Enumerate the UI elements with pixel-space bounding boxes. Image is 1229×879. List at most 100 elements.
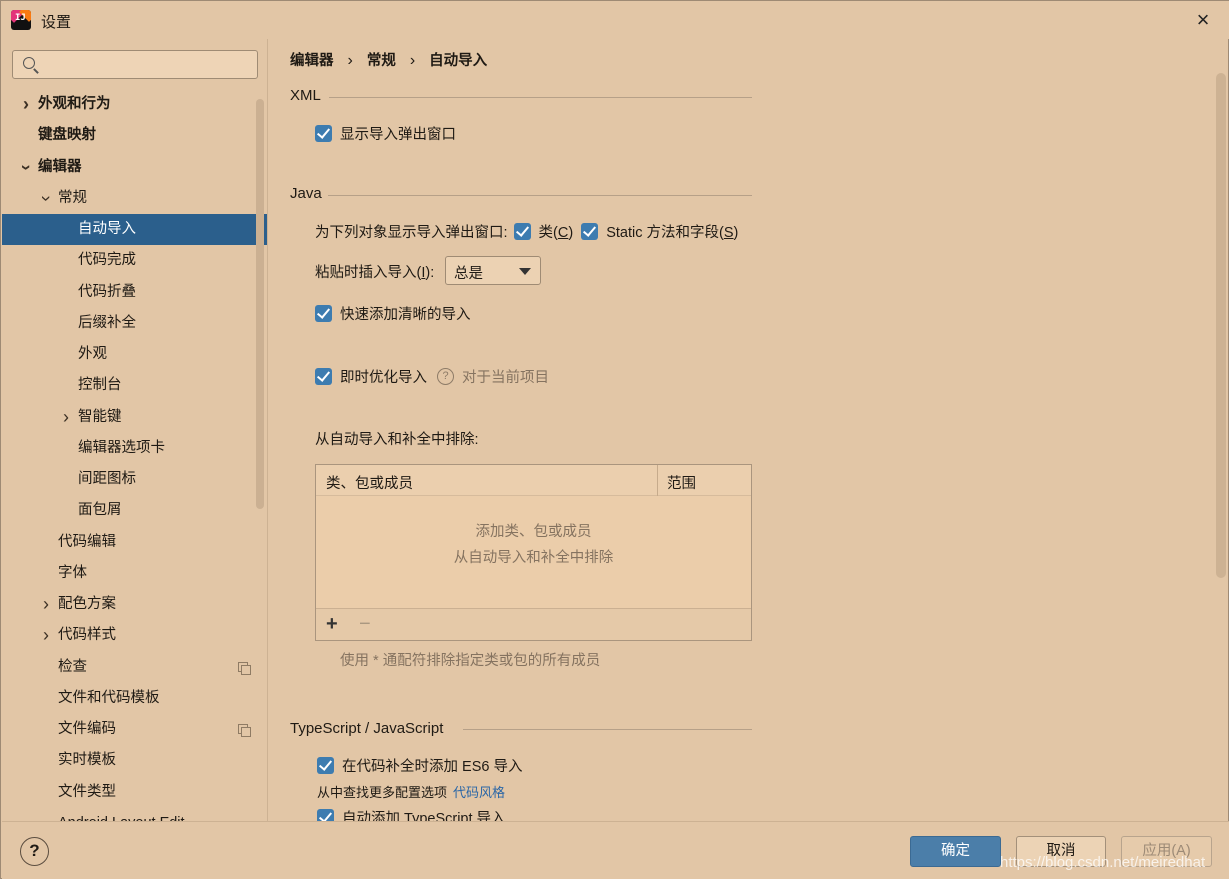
sidebar-item-label: 外观和行为	[38, 96, 111, 112]
table-empty-text: 从自动导入和补全中排除	[453, 550, 614, 566]
sidebar-item-smart-keys[interactable]: 智能键	[2, 402, 267, 433]
column-header-class[interactable]: 类、包或成员	[326, 472, 413, 493]
code-style-link[interactable]: 代码风格	[453, 782, 505, 801]
sidebar-item-inspections[interactable]: 检查	[2, 652, 267, 683]
java-wildcard-hint: 使用 * 通配符排除指定类或包的所有成员	[340, 648, 600, 670]
search-field[interactable]	[12, 50, 258, 79]
sidebar-scrollbar[interactable]	[256, 99, 264, 509]
sidebar-item-appearance-behavior[interactable]: 外观和行为	[2, 89, 267, 120]
column-divider[interactable]	[657, 465, 658, 496]
sidebar-item-auto-import[interactable]: 自动导入	[2, 214, 267, 245]
sidebar-item-editor-tabs[interactable]: 编辑器选项卡	[2, 433, 267, 464]
sidebar-item-label: 常规	[58, 190, 87, 206]
java-optimize-note: 对于当前项目	[462, 369, 549, 386]
sidebar-item-live-templates[interactable]: 实时模板	[2, 745, 267, 776]
project-scope-icon	[238, 724, 251, 737]
sidebar-item-label: 代码样式	[58, 627, 116, 643]
sidebar-item-breadcrumbs[interactable]: 面包屑	[2, 495, 267, 526]
chevron-right-icon[interactable]	[60, 402, 72, 433]
chevron-down-icon[interactable]	[20, 152, 32, 183]
sidebar-item-label: 代码完成	[78, 252, 136, 268]
breadcrumb: 编辑器 › 常规 › 自动导入	[290, 49, 487, 70]
dialog-footer: ? 确定 取消 应用(A) https://blog.csdn.net/meir…	[2, 821, 1229, 879]
sidebar-item-file-encodings[interactable]: 文件编码	[2, 714, 267, 745]
java-static-checkbox[interactable]	[581, 222, 599, 240]
sidebar-item-font[interactable]: 字体	[2, 558, 267, 589]
section-title-java: Java	[290, 185, 322, 202]
settings-sidebar: 外观和行为 键盘映射 编辑器 常规 自动导入 代码完成 代码折叠	[2, 39, 268, 821]
sidebar-item-postfix-completion[interactable]: 后缀补全	[2, 308, 267, 339]
exclude-table-header: 类、包或成员 范围	[316, 465, 751, 496]
sidebar-item-label: 间距图标	[78, 471, 136, 487]
ts-add-es6-checkbox[interactable]	[317, 756, 334, 774]
breadcrumb-auto-import: 自动导入	[429, 53, 488, 69]
content-scrollbar[interactable]	[1216, 73, 1226, 578]
sidebar-item-code-editing[interactable]: 代码编辑	[2, 527, 267, 558]
sidebar-item-label: 键盘映射	[38, 127, 96, 143]
java-paste-row: 粘贴时插入导入(I):	[315, 260, 434, 282]
java-add-unambiguous-option[interactable]: 快速添加清晰的导入	[315, 302, 471, 324]
chevron-right-icon: ›	[409, 52, 416, 69]
ts-auto-add-checkbox[interactable]	[317, 808, 334, 821]
java-classes-checkbox[interactable]	[513, 222, 531, 240]
ts-auto-add-option[interactable]: 自动添加 TypeScript 导入	[317, 806, 506, 821]
sidebar-item-color-scheme[interactable]: 配色方案	[2, 589, 267, 620]
window-title: 设置	[41, 14, 72, 31]
java-optimize-checkbox[interactable]	[315, 367, 332, 385]
sidebar-item-code-style[interactable]: 代码样式	[2, 620, 267, 651]
sidebar-item-code-completion[interactable]: 代码完成	[2, 245, 267, 276]
paste-insert-imports-select[interactable]: 总是	[445, 256, 541, 285]
java-exclude-title: 从自动导入和补全中排除:	[315, 427, 479, 449]
help-button[interactable]: ?	[20, 837, 49, 866]
add-icon[interactable]: +	[326, 613, 338, 636]
xml-show-popup-option[interactable]: 显示导入弹出窗口	[315, 122, 456, 144]
breadcrumb-editor[interactable]: 编辑器	[290, 49, 334, 70]
sidebar-item-general[interactable]: 常规	[2, 183, 267, 214]
breadcrumb-general[interactable]: 常规	[367, 49, 396, 70]
paste-insert-imports-value: 总是	[454, 266, 483, 282]
search-input[interactable]	[45, 55, 250, 75]
java-add-unambiguous-checkbox[interactable]	[315, 304, 332, 322]
ok-button[interactable]: 确定	[910, 836, 1001, 867]
sidebar-item-label: 文件和代码模板	[58, 690, 160, 706]
cancel-button[interactable]: 取消	[1016, 836, 1106, 867]
remove-icon[interactable]: −	[359, 613, 371, 636]
section-divider	[463, 729, 752, 730]
chevron-down-icon[interactable]	[40, 183, 52, 214]
sidebar-item-label: 文件类型	[58, 784, 116, 800]
java-exclude-label: 从自动导入和补全中排除:	[315, 431, 479, 448]
sidebar-item-file-code-templates[interactable]: 文件和代码模板	[2, 683, 267, 714]
chevron-right-icon[interactable]	[40, 589, 52, 620]
column-header-scope[interactable]: 范围	[667, 472, 696, 493]
sidebar-item-editor[interactable]: 编辑器	[2, 152, 267, 183]
xml-show-popup-checkbox[interactable]	[315, 124, 332, 142]
chevron-right-icon[interactable]	[20, 89, 32, 120]
sidebar-item-label: 检查	[58, 659, 87, 675]
xml-show-popup-label: 显示导入弹出窗口	[340, 126, 456, 143]
sidebar-item-label: 配色方案	[58, 596, 116, 612]
sidebar-item-label: 实时模板	[58, 752, 116, 768]
java-classes-label: 类(C)	[538, 224, 574, 241]
close-icon[interactable]: ×	[1190, 7, 1216, 33]
section-title-typescript: TypeScript / JavaScript	[290, 720, 444, 737]
sidebar-item-label: 字体	[58, 565, 87, 581]
search-icon	[23, 57, 35, 69]
sidebar-item-console[interactable]: 控制台	[2, 370, 267, 401]
sidebar-item-label: 自动导入	[78, 221, 136, 237]
sidebar-item-file-types[interactable]: 文件类型	[2, 777, 267, 808]
help-icon[interactable]: ?	[437, 367, 454, 385]
sidebar-item-label: 代码编辑	[58, 534, 116, 550]
sidebar-item-appearance[interactable]: 外观	[2, 339, 267, 370]
chevron-right-icon[interactable]	[40, 620, 52, 651]
sidebar-item-gutter-icons[interactable]: 间距图标	[2, 464, 267, 495]
java-optimize-option[interactable]: 即时优化导入 ? 对于当前项目	[315, 365, 549, 387]
ts-add-es6-option[interactable]: 在代码补全时添加 ES6 导入	[317, 754, 522, 776]
hint-text: 使用 * 通配符排除指定类或包的所有成员	[340, 652, 601, 669]
sidebar-item-keymap[interactable]: 键盘映射	[2, 120, 267, 151]
exclude-table[interactable]: 类、包或成员 范围 添加类、包或成员 从自动导入和补全中排除 + −	[315, 464, 752, 641]
sidebar-item-code-folding[interactable]: 代码折叠	[2, 277, 267, 308]
apply-button[interactable]: 应用(A)	[1121, 836, 1212, 867]
table-empty-text[interactable]: 添加类、包或成员	[316, 520, 751, 541]
sidebar-item-android-layout-editor[interactable]: Android Layout Edit	[2, 808, 267, 821]
java-show-popup-row: 为下列对象显示导入弹出窗口: 类(C) Static 方法和字段(S)	[315, 220, 738, 242]
